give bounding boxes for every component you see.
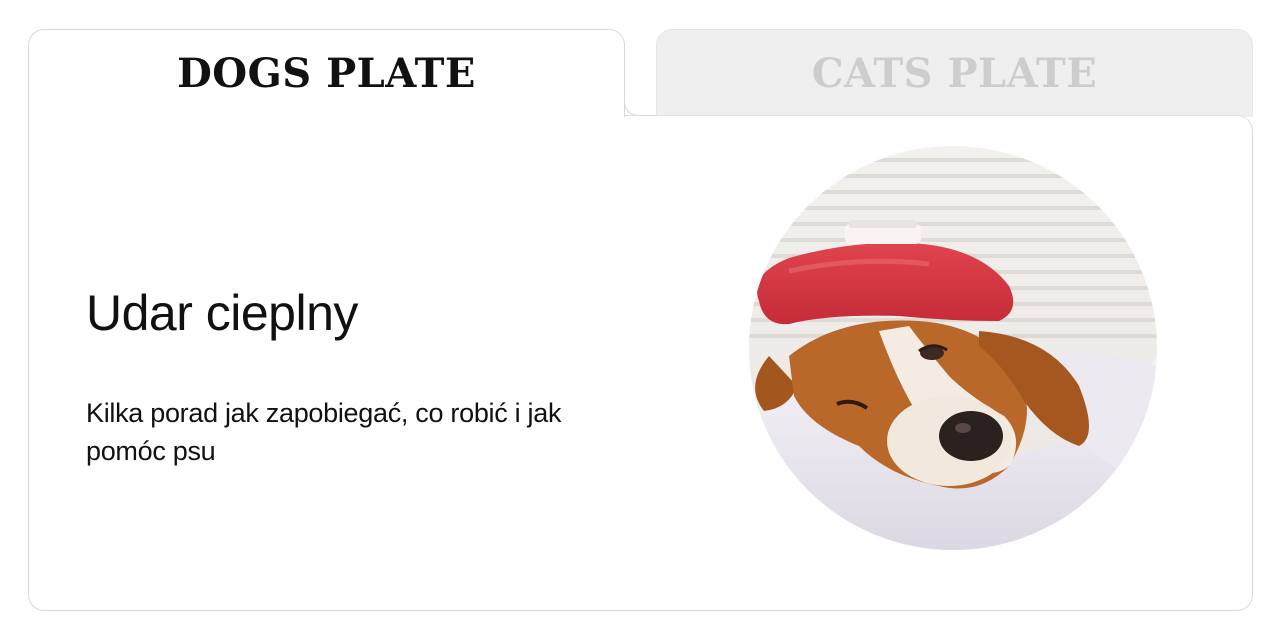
- tab-dogs-plate[interactable]: DOGS PLATE: [28, 29, 625, 117]
- dog-illustration: [749, 146, 1157, 550]
- tab-cats-plate[interactable]: CATS PLATE: [656, 29, 1253, 117]
- tab-connector-curve: [624, 96, 658, 116]
- tab-content-panel: Udar cieplny Kilka porad jak zapobiegać,…: [28, 115, 1253, 611]
- tab-dogs-plate-label: DOGS PLATE: [177, 50, 476, 97]
- dog-icepack-photo[interactable]: [749, 146, 1157, 550]
- article-title[interactable]: Udar cieplny: [86, 284, 358, 342]
- article-description: Kilka porad jak zapobiegać, co robić i j…: [86, 398, 562, 466]
- tab-cats-plate-label: CATS PLATE: [811, 50, 1098, 97]
